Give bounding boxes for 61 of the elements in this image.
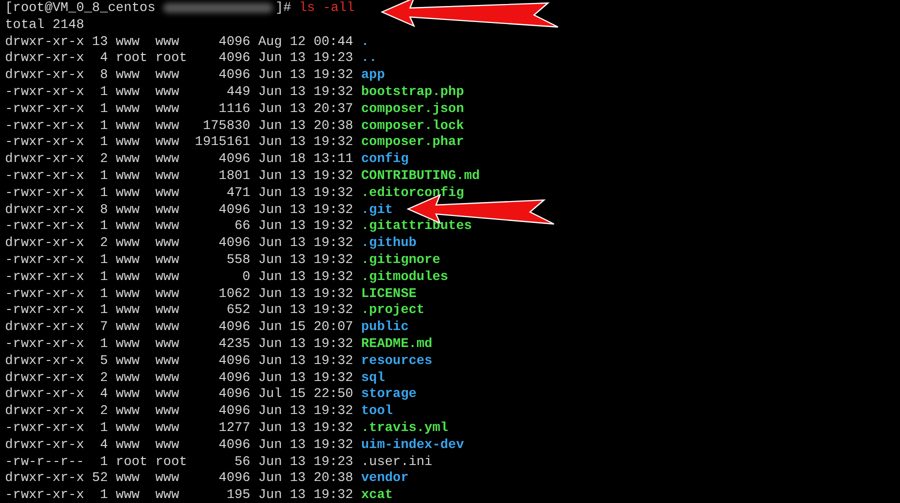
file-details: drwxr-xr-x 13 www www 4096 Aug 12 00:44 bbox=[5, 34, 354, 50]
file-name: composer.json bbox=[361, 100, 464, 118]
file-name: sql bbox=[361, 370, 385, 386]
command-text: ls -all bbox=[299, 0, 355, 17]
prompt-text: [root@VM_0_8_centos bbox=[5, 0, 156, 17]
file-details: -rwxr-xr-x 1 www www 175830 Jun 13 20:38 bbox=[5, 118, 354, 134]
prompt-text: ]# bbox=[275, 0, 292, 17]
file-details: -rwxr-xr-x 1 www www 0 Jun 13 19:32 bbox=[5, 268, 354, 286]
file-details: drwxr-xr-x 4 www www 4096 Jul 15 22:50 bbox=[5, 386, 354, 404]
file-name: README.md bbox=[361, 336, 432, 353]
file-name: bootstrap.php bbox=[361, 84, 464, 101]
file-name: xcat bbox=[361, 487, 393, 503]
file-details: drwxr-xr-x 8 www www 4096 Jun 13 19:32 bbox=[5, 67, 354, 84]
file-name: composer.lock bbox=[361, 118, 464, 134]
file-name: .gitignore bbox=[361, 252, 440, 269]
file-name: composer.phar bbox=[361, 134, 464, 152]
file-details: drwxr-xr-x 5 www www 4096 Jun 13 19:32 bbox=[5, 352, 354, 370]
file-name: storage bbox=[361, 386, 417, 404]
file-details: drwxr-xr-x 4 root root 4096 Jun 13 19:23 bbox=[5, 50, 354, 68]
file-details: drwxr-xr-x 2 www www 4096 Jun 18 13:11 bbox=[5, 151, 354, 168]
file-name: public bbox=[361, 319, 409, 336]
file-details: -rwxr-xr-x 1 www www 652 Jun 13 19:32 bbox=[5, 302, 354, 320]
file-details: drwxr-xr-x 8 www www 4096 Jun 13 19:32 bbox=[5, 202, 354, 218]
file-details: -rwxr-xr-x 1 www www 471 Jun 13 19:32 bbox=[5, 184, 354, 202]
file-name: uim-index-dev bbox=[361, 436, 464, 454]
file-details: drwxr-xr-x 7 www www 4096 Jun 15 20:07 bbox=[5, 319, 354, 336]
file-name: .gitmodules bbox=[361, 268, 448, 286]
file-name: .user.ini bbox=[361, 454, 432, 470]
file-name: .editorconfig bbox=[361, 184, 464, 202]
file-name: app bbox=[361, 67, 385, 84]
file-name: LICENSE bbox=[361, 286, 417, 302]
file-details: drwxr-xr-x 2 www www 4096 Jun 13 19:32 bbox=[5, 403, 354, 420]
file-name: .. bbox=[361, 50, 377, 68]
file-details: -rwxr-xr-x 1 www www 1915161 Jun 13 19:32 bbox=[5, 134, 354, 152]
file-name: tool bbox=[361, 403, 393, 420]
file-details: -rwxr-xr-x 1 www www 449 Jun 13 19:32 bbox=[5, 84, 354, 101]
file-details: -rwxr-xr-x 1 www www 1801 Jun 13 19:32 bbox=[5, 168, 354, 185]
file-name: resources bbox=[361, 352, 432, 370]
file-details: -rwxr-xr-x 1 www www 195 Jun 13 19:32 bbox=[5, 487, 354, 503]
file-name: .git bbox=[361, 202, 393, 218]
file-details: -rw-r--r-- 1 root root 56 Jun 13 19:23 bbox=[5, 454, 354, 470]
file-details: -rwxr-xr-x 1 www www 66 Jun 13 19:32 bbox=[5, 218, 354, 236]
file-name: . bbox=[361, 34, 370, 50]
file-name: vendor bbox=[361, 470, 409, 488]
file-name: .project bbox=[361, 302, 424, 320]
file-name: CONTRIBUTING.md bbox=[361, 168, 480, 185]
file-details: -rwxr-xr-x 1 www www 1062 Jun 13 19:32 bbox=[5, 286, 354, 302]
file-name: .github bbox=[361, 235, 417, 252]
file-details: drwxr-xr-x 4 www www 4096 Jun 13 19:32 bbox=[5, 436, 354, 454]
file-name: config bbox=[361, 151, 409, 168]
file-details: drwxr-xr-x 52 www www 4096 Jun 13 20:38 bbox=[5, 470, 354, 488]
arrow-icon bbox=[380, 0, 560, 29]
file-details: -rwxr-xr-x 1 www www 1116 Jun 13 20:37 bbox=[5, 100, 354, 118]
file-details: -rwxr-xr-x 1 www www 558 Jun 13 19:32 bbox=[5, 252, 354, 269]
file-details: drwxr-xr-x 2 www www 4096 Jun 13 19:32 bbox=[5, 235, 354, 252]
file-details: -rwxr-xr-x 1 www www 4235 Jun 13 19:32 bbox=[5, 336, 354, 353]
file-details: drwxr-xr-x 2 www www 4096 Jun 13 19:32 bbox=[5, 370, 354, 386]
file-name: .gitattributes bbox=[361, 218, 472, 236]
total-text: total 2148 bbox=[5, 16, 84, 34]
file-name: .travis.yml bbox=[361, 420, 448, 437]
file-details: -rwxr-xr-x 1 www www 1277 Jun 13 19:32 bbox=[5, 420, 354, 437]
